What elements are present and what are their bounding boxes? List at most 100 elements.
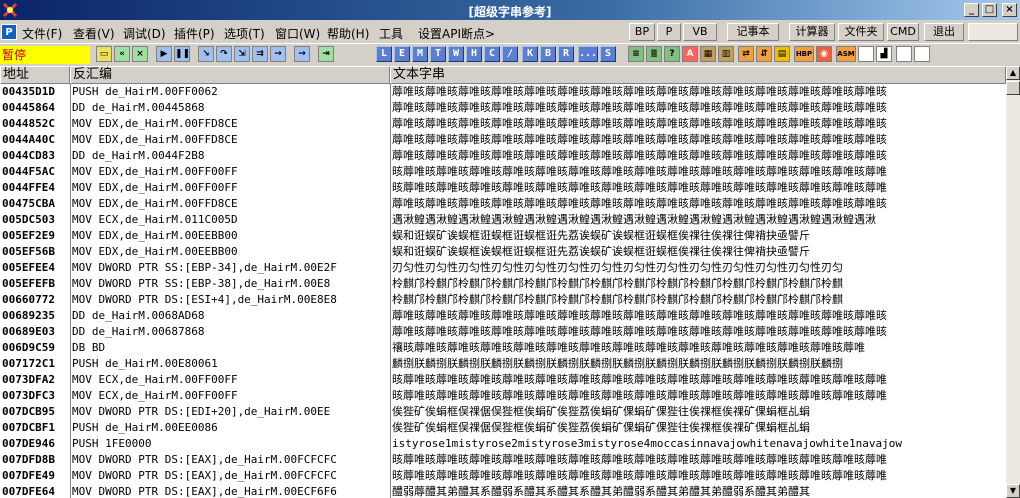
table-row[interactable]: 006D9C59 DB BD 禳晐蓐唯晐蓐唯晐蓐唯晐蓐唯晐蓐唯晐蓐唯晐蓐唯晐蓐唯晐蓐… [0, 340, 1006, 355]
close-button[interactable]: × [1002, 3, 1017, 17]
help-icon[interactable]: ? [664, 46, 680, 62]
target-icon[interactable]: ◉ [816, 46, 832, 62]
list-icon[interactable]: ≡ [628, 46, 644, 62]
menu-window[interactable]: 窗口(W) [275, 25, 320, 42]
table-row[interactable]: 005EF2E9 MOV EDX,de_HairM.00EEBB00 蜈和诳蜈矿诶蜈… [0, 228, 1006, 243]
string-reference-list[interactable]: 00435D1D PUSH de_HairM.00FF0062 蓐唯晐蓐唯晐蓐唯晐蓐… [0, 84, 1006, 498]
table-row[interactable]: 007DFE49 MOV DWORD PTR DS:[EAX],de_HairM.… [0, 468, 1006, 483]
table-row[interactable]: 0044F5AC MOV EDX,de_HairM.00FF00FF 晐蓐唯晐蓐唯晐… [0, 164, 1006, 179]
table-row[interactable]: 00445864 DD de_HairM.00445868 蓐唯晐蓐唯晐蓐唯晐蓐唯晐… [0, 100, 1006, 115]
table-row[interactable]: 00435D1D PUSH de_HairM.00FF0062 蓐唯晐蓐唯晐蓐唯晐蓐… [0, 84, 1006, 99]
step-over-icon[interactable]: ↷ [216, 46, 232, 62]
tool-W-windows[interactable]: W [448, 46, 464, 62]
asm-icon[interactable]: A [682, 46, 698, 62]
tool-slash-patches[interactable]: / [502, 46, 518, 62]
system-menu-icon[interactable]: P [1, 24, 17, 40]
table-row[interactable]: 00660772 MOV DWORD PTR DS:[ESI+4],de_Hair… [0, 292, 1006, 307]
swap-icon[interactable]: ⇄ [738, 46, 754, 62]
tool-S-source[interactable]: S [600, 46, 616, 62]
table-row[interactable]: 007DE946 PUSH 1FE0000 istyrose1mistyrose2m… [0, 436, 1006, 451]
scroll-down-icon[interactable]: ▼ [1006, 484, 1020, 498]
trace-over-icon[interactable]: ⇉ [252, 46, 268, 62]
mdi-controls [968, 23, 1018, 41]
menu-options[interactable]: 选项(T) [224, 25, 265, 42]
table-row[interactable]: 007172C1 PUSH de_HairM.00E80061 麟捌朕麟捌朕麟捌朕麟… [0, 356, 1006, 371]
menu-plugins[interactable]: 插件(P) [174, 25, 215, 42]
arrows-icon[interactable]: ⇵ [756, 46, 772, 62]
tool-L-log[interactable]: L [376, 46, 392, 62]
tool-H-handles[interactable]: H [466, 46, 482, 62]
asm-label-icon[interactable]: ASM [836, 46, 856, 62]
vertical-scrollbar[interactable]: ▲ ▼ [1006, 66, 1020, 498]
blank-icon-1[interactable] [858, 46, 874, 62]
scroll-thumb[interactable] [1006, 81, 1020, 95]
pause-icon[interactable]: ❚❚ [174, 46, 190, 62]
menu-set-api-breakpoint[interactable]: 设置API断点> [418, 25, 495, 42]
execute-till-return-icon[interactable]: → [270, 46, 286, 62]
menu-view[interactable]: 查看(V) [73, 25, 115, 42]
animate-icon[interactable]: ⇥ [318, 46, 334, 62]
tool-E-modules[interactable]: E [394, 46, 410, 62]
chart-icon[interactable]: ▟ [876, 46, 892, 62]
menu-tools[interactable]: 工具 [379, 25, 403, 42]
tool-R-references[interactable]: R [558, 46, 574, 62]
goto-icon[interactable]: → [294, 46, 310, 62]
table-row[interactable]: 005EFEFB MOV DWORD PTR SS:[EBP-38],de_Hai… [0, 276, 1006, 291]
exit-button[interactable]: 退出 [924, 23, 964, 41]
blank-icon-3[interactable] [914, 46, 930, 62]
p-button[interactable]: P [657, 23, 681, 41]
menu-file[interactable]: 文件(F) [22, 25, 62, 42]
tool-C-cpu[interactable]: C [484, 46, 500, 62]
list-alt-icon[interactable]: ≣ [646, 46, 662, 62]
tool-K-callstack[interactable]: K [522, 46, 538, 62]
menu-help[interactable]: 帮助(H) [327, 25, 369, 42]
tools-icon[interactable]: ▥ [718, 46, 734, 62]
table-row[interactable]: 0044FFE4 MOV EDX,de_HairM.00FF00FF 晐蓐唯晐蓐唯晐… [0, 180, 1006, 195]
run-icon[interactable]: ▶ [156, 46, 172, 62]
table-row[interactable]: 005EF56B MOV EDX,de_HairM.00EEBB00 蜈和诳蜈矿诶蜈… [0, 244, 1006, 259]
column-address[interactable]: 地址 [0, 66, 70, 84]
row-address: 00689E03 [2, 325, 55, 338]
tool-T-threads[interactable]: T [430, 46, 446, 62]
table-row[interactable]: 00689E03 DD de_HairM.00687868 蓐唯晐蓐唯晐蓐唯晐蓐唯晐… [0, 324, 1006, 339]
column-text-string[interactable]: 文本字串 [390, 66, 1006, 84]
hardware-icon[interactable]: ▤ [774, 46, 790, 62]
table-row[interactable]: 0073DFC3 MOV ECX,de_HairM.00FF00FF 晐蓐唯晐蓐唯晐… [0, 388, 1006, 403]
hbp-icon[interactable]: HBP [794, 46, 814, 62]
table-row[interactable]: 0044852C MOV EDX,de_HairM.00FFD8CE 蓐唯晐蓐唯晐蓐… [0, 116, 1006, 131]
minimize-button[interactable]: _ [964, 3, 979, 17]
cmd-button[interactable]: CMD [887, 23, 919, 41]
table-row[interactable]: 0044CD83 DD de_HairM.0044F2B8 蓐唯晐蓐唯晐蓐唯晐蓐唯晐… [0, 148, 1006, 163]
table-row[interactable]: 007DFE64 MOV DWORD PTR DS:[EAX],de_HairM.… [0, 484, 1006, 498]
folder-button[interactable]: 文件夹 [838, 23, 884, 41]
table-row[interactable]: 007DCBF1 PUSH de_HairM.00EE0086 俟狴矿俟蜎框俣祼倨俣… [0, 420, 1006, 435]
restart-icon[interactable]: « [114, 46, 130, 62]
step-into-icon[interactable]: ↘ [198, 46, 214, 62]
bp-button[interactable]: BP [629, 23, 655, 41]
table-row[interactable]: 007DFD8B MOV DWORD PTR DS:[EAX],de_HairM.… [0, 452, 1006, 467]
open-icon[interactable]: ▭ [96, 46, 112, 62]
settings-icon[interactable]: ▦ [700, 46, 716, 62]
scroll-up-icon[interactable]: ▲ [1006, 66, 1020, 80]
table-row[interactable]: 00689235 DD de_HairM.0068AD68 蓐唯晐蓐唯晐蓐唯晐蓐唯晐… [0, 308, 1006, 323]
row-text-string: 蓐唯晐蓐唯晐蓐唯晐蓐唯晐蓐唯晐蓐唯晐蓐唯晐蓐唯晐蓐唯晐蓐唯晐蓐唯晐蓐唯晐蓐唯晐蓐… [392, 117, 887, 130]
table-row[interactable]: 00475CBA MOV EDX,de_HairM.00FFD8CE 蓐唯晐蓐唯晐蓐… [0, 196, 1006, 211]
table-row[interactable]: 007DCB95 MOV DWORD PTR DS:[EDI+20],de_Hai… [0, 404, 1006, 419]
trace-into-icon[interactable]: ⇲ [234, 46, 250, 62]
table-row[interactable]: 005EFEE4 MOV DWORD PTR SS:[EBP-34],de_Hai… [0, 260, 1006, 275]
row-text-string: 蓐唯晐蓐唯晐蓐唯晐蓐唯晐蓐唯晐蓐唯晐蓐唯晐蓐唯晐蓐唯晐蓐唯晐蓐唯晐蓐唯晐蓐唯晐蓐… [392, 309, 887, 322]
tool-run-trace[interactable]: ... [578, 46, 598, 62]
table-row[interactable]: 0044A40C MOV EDX,de_HairM.00FFD8CE 蓐唯晐蓐唯晐蓐… [0, 132, 1006, 147]
close-file-icon[interactable]: × [132, 46, 148, 62]
maximize-button[interactable]: □ [982, 3, 997, 17]
notepad-button[interactable]: 记事本 [727, 23, 779, 41]
tool-B-breakpoints[interactable]: B [540, 46, 556, 62]
column-disassembly[interactable]: 反汇编 [70, 66, 390, 84]
table-row[interactable]: 0073DFA2 MOV ECX,de_HairM.00FF00FF 晐蓐唯晐蓐唯晐… [0, 372, 1006, 387]
vb-button[interactable]: VB [683, 23, 717, 41]
menu-debug[interactable]: 调试(D) [123, 25, 166, 42]
tool-M-memory[interactable]: M [412, 46, 428, 62]
blank-icon-2[interactable] [896, 46, 912, 62]
calculator-button[interactable]: 计算器 [789, 23, 835, 41]
table-row[interactable]: 005DC503 MOV ECX,de_HairM.011C005D 遇湫鳇遇湫鳇遇… [0, 212, 1006, 227]
